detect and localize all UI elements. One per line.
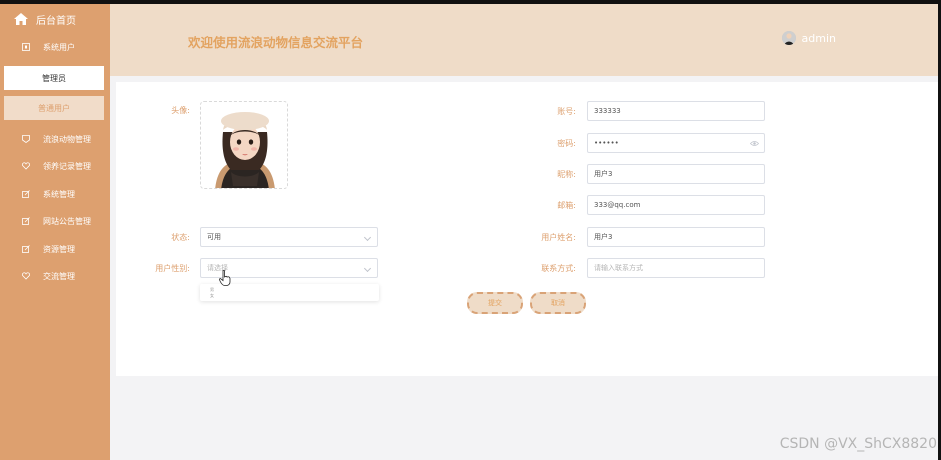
- submit-button[interactable]: 提交: [467, 292, 523, 314]
- edit-icon: [22, 217, 30, 225]
- status-select[interactable]: 可用: [200, 227, 378, 247]
- sidebar-item-adoption[interactable]: 领养记录管理: [0, 155, 110, 177]
- watermark: CSDN @VX_ShCX8820: [779, 436, 937, 452]
- status-label: 状态:: [171, 233, 190, 242]
- status-value: 可用: [207, 233, 221, 241]
- email-value: 333@qq.com: [594, 201, 641, 209]
- email-label: 邮箱:: [557, 201, 576, 210]
- cancel-button[interactable]: 取消: [530, 292, 586, 314]
- sidebar-item-announcements[interactable]: 网站公告管理: [0, 210, 110, 232]
- header: 欢迎使用流浪动物信息交流平台 admin: [110, 4, 938, 76]
- sidebar-sub-normal-user[interactable]: 普通用户: [4, 96, 104, 120]
- nickname-value: 用户3: [594, 170, 613, 178]
- sidebar-item-system[interactable]: 系统管理: [0, 183, 110, 205]
- user-icon: [22, 43, 30, 51]
- sidebar-item-label: 系统用户: [43, 42, 75, 52]
- username: admin: [801, 31, 836, 45]
- email-input[interactable]: 333@qq.com: [587, 195, 765, 215]
- sidebar-item-label: 系统管理: [43, 189, 75, 199]
- shield-icon: [22, 135, 30, 143]
- realname-value: 用户3: [594, 233, 613, 241]
- nickname-input[interactable]: 用户3: [587, 164, 765, 184]
- sidebar-item-resources[interactable]: 资源管理: [0, 238, 110, 260]
- sidebar-item-label: 流浪动物管理: [43, 134, 91, 144]
- form-card: 头像: 状态: 可用 用户性别: 请选择 男 女 账号: 333333 密码: …: [116, 82, 938, 376]
- avatar-label: 头像:: [171, 106, 190, 115]
- sidebar-home[interactable]: 后台首页: [14, 12, 76, 27]
- realname-label: 用户姓名:: [541, 233, 576, 242]
- avatar-image: [201, 102, 287, 188]
- account-label: 账号:: [557, 107, 576, 116]
- account-input[interactable]: 333333: [587, 101, 765, 121]
- account-value: 333333: [594, 107, 621, 115]
- gender-dropdown: 男 女: [200, 284, 379, 301]
- sidebar-item-animals[interactable]: 流浪动物管理: [0, 128, 110, 150]
- sidebar-item-label: 网站公告管理: [43, 216, 91, 226]
- edit-icon: [22, 245, 30, 253]
- password-value: ••••••: [594, 139, 619, 147]
- sidebar: 后台首页 系统用户 管理员 普通用户 流浪动物管理 领养记录管理 系统管理 网站…: [0, 4, 110, 460]
- nickname-label: 昵称:: [557, 170, 576, 179]
- chevron-down-icon: [363, 264, 372, 273]
- heart-icon: [22, 162, 30, 170]
- gender-label: 用户性别:: [155, 264, 190, 273]
- password-label: 密码:: [557, 139, 576, 148]
- sidebar-item-label: 资源管理: [43, 244, 75, 254]
- hand-cursor-icon: [219, 270, 231, 286]
- chevron-down-icon: [363, 233, 372, 242]
- user-menu[interactable]: admin: [781, 31, 836, 45]
- home-icon: [14, 13, 28, 25]
- realname-input[interactable]: 用户3: [587, 227, 765, 247]
- home-label: 后台首页: [36, 15, 76, 27]
- gender-option[interactable]: 女: [210, 293, 214, 299]
- sidebar-item-label: 交流管理: [43, 271, 75, 281]
- heart-icon: [22, 272, 30, 280]
- contact-label: 联系方式:: [541, 264, 576, 273]
- avatar: [781, 31, 796, 45]
- sidebar-item-system-users[interactable]: 系统用户: [0, 36, 110, 58]
- avatar-upload[interactable]: [200, 101, 288, 189]
- sidebar-item-communication[interactable]: 交流管理: [0, 265, 110, 287]
- contact-placeholder: 请输入联系方式: [594, 264, 643, 272]
- edit-icon: [22, 190, 30, 198]
- page-title: 欢迎使用流浪动物信息交流平台: [188, 35, 364, 50]
- sidebar-sub-admin[interactable]: 管理员: [4, 66, 104, 90]
- eye-icon[interactable]: [750, 139, 759, 148]
- sidebar-item-label: 领养记录管理: [43, 161, 91, 171]
- password-input[interactable]: ••••••: [587, 133, 765, 153]
- contact-input[interactable]: 请输入联系方式: [587, 258, 765, 278]
